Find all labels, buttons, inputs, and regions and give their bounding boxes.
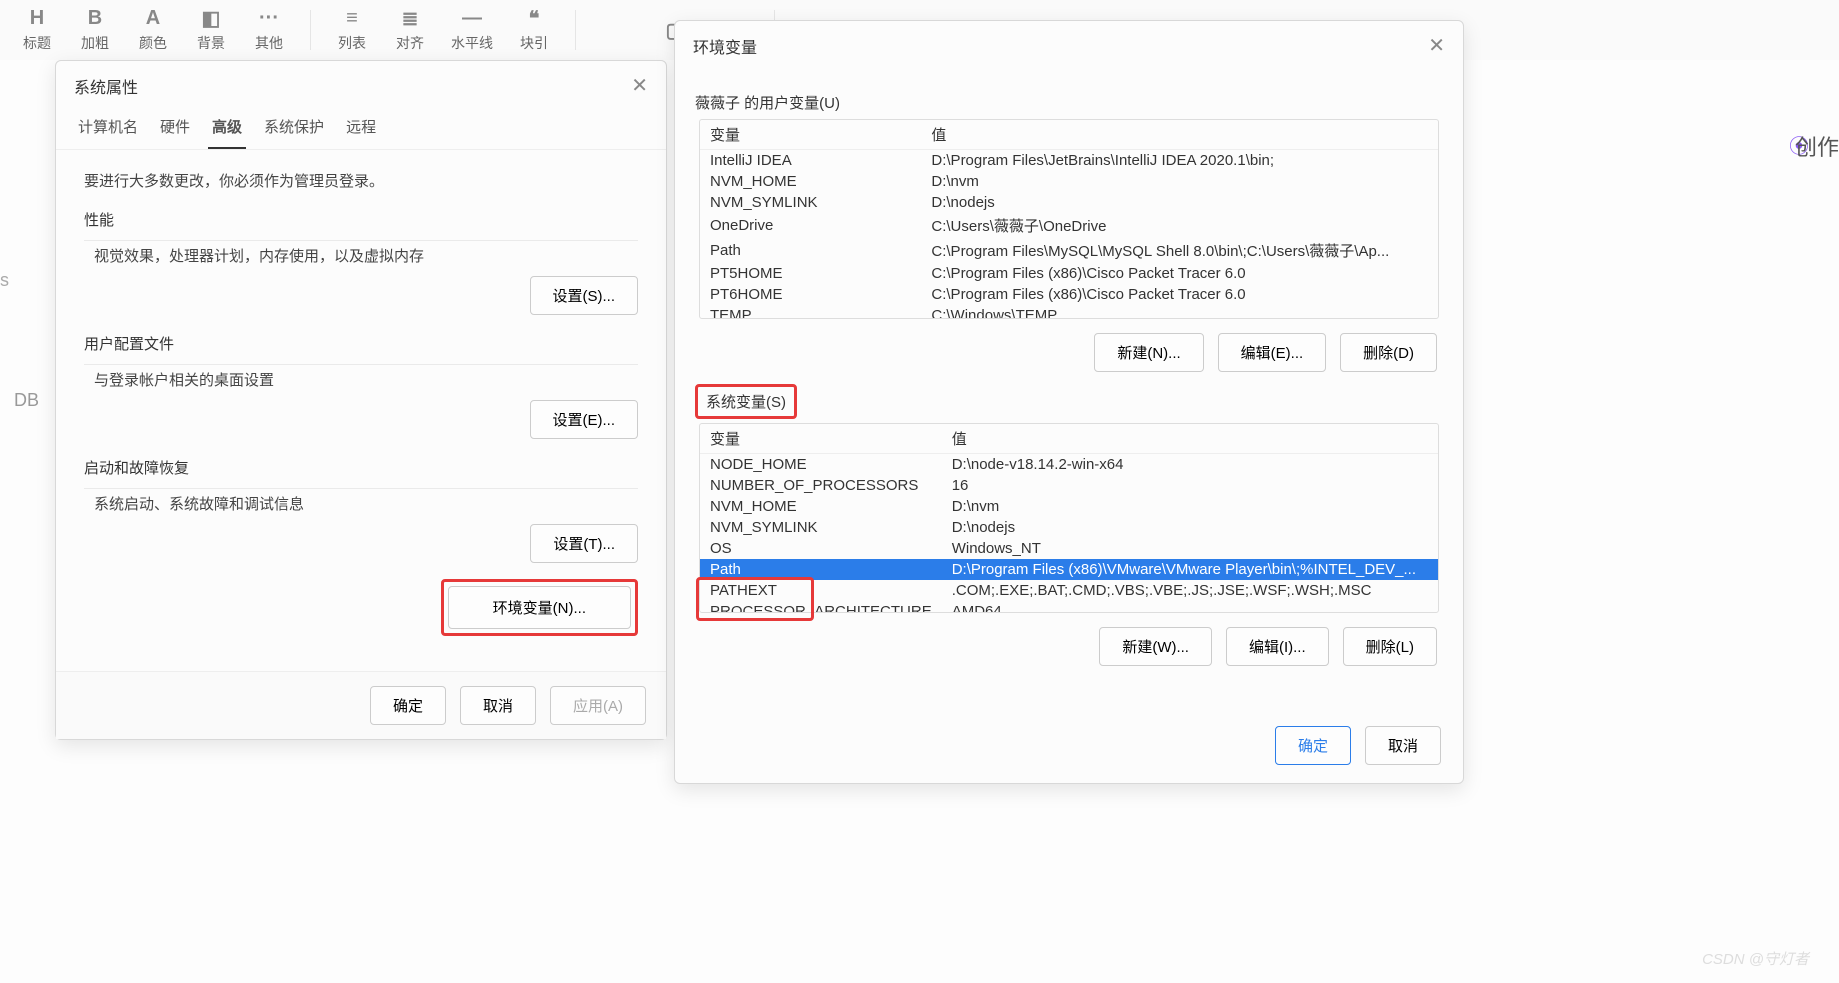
toolbar-icon: ◧ xyxy=(202,7,221,29)
sys-delete-button[interactable]: 删除(L) xyxy=(1343,627,1437,666)
admin-intro: 要进行大多数更改，你必须作为管理员登录。 xyxy=(84,170,638,191)
perf-head: 性能 xyxy=(84,209,638,230)
col-value[interactable]: 值 xyxy=(942,424,1438,454)
table-row[interactable]: PathD:\Program Files (x86)\VMware\VMware… xyxy=(700,559,1438,580)
sysvars-highlight: 系统变量(S) xyxy=(695,384,797,419)
perf-desc: 视觉效果，处理器计划，内存使用，以及虚拟内存 xyxy=(84,245,638,266)
perf-settings-button[interactable]: 设置(S)... xyxy=(530,276,639,315)
environment-variables-button[interactable]: 环境变量(N)... xyxy=(448,586,631,629)
user-vars-table[interactable]: 变量 值 IntelliJ IDEAD:\Program Files\JetBr… xyxy=(699,119,1439,319)
toolbar-label: 块引 xyxy=(520,33,548,53)
toolbar-item[interactable]: A 颜色 xyxy=(136,7,170,53)
toolbar-label: 背景 xyxy=(197,33,225,53)
col-value[interactable]: 值 xyxy=(921,120,1438,150)
sys-new-button[interactable]: 新建(W)... xyxy=(1099,627,1212,666)
toolbar-item[interactable]: ··· 其他 xyxy=(252,7,286,53)
col-variable[interactable]: 变量 xyxy=(700,120,921,150)
table-row[interactable]: IntelliJ IDEAD:\Program Files\JetBrains\… xyxy=(700,150,1438,172)
toolbar-icon: ≡ xyxy=(346,7,358,29)
toolbar-icon: B xyxy=(88,7,102,29)
toolbar-label: 加粗 xyxy=(81,33,109,53)
apply-button[interactable]: 应用(A) xyxy=(550,686,646,725)
user-edit-button[interactable]: 编辑(E)... xyxy=(1218,333,1327,372)
userprofile-desc: 与登录帐户相关的桌面设置 xyxy=(84,369,638,390)
toolbar-icon: A xyxy=(146,7,160,29)
user-vars-label: 薇薇子 的用户变量(U) xyxy=(695,92,1443,113)
toolbar-label: 标题 xyxy=(23,33,51,53)
tab-高级[interactable]: 高级 xyxy=(208,110,246,149)
table-row[interactable]: NVM_SYMLINKD:\nodejs xyxy=(700,517,1438,538)
toolbar-item[interactable]: ≡ 列表 xyxy=(335,7,369,53)
create-label[interactable]: 创作 xyxy=(1795,130,1839,162)
table-row[interactable]: OSWindows_NT xyxy=(700,538,1438,559)
table-row[interactable]: PATHEXT.COM;.EXE;.BAT;.CMD;.VBS;.VBE;.JS… xyxy=(700,580,1438,601)
toolbar-label: 列表 xyxy=(338,33,366,53)
startup-desc: 系统启动、系统故障和调试信息 xyxy=(84,493,638,514)
user-new-button[interactable]: 新建(N)... xyxy=(1094,333,1203,372)
toolbar-label: 颜色 xyxy=(139,33,167,53)
environment-variables-dialog: 环境变量 ✕ 薇薇子 的用户变量(U) 变量 值 IntelliJ IDEAD:… xyxy=(674,20,1464,784)
table-row[interactable]: PathC:\Program Files\MySQL\MySQL Shell 8… xyxy=(700,238,1438,263)
userprofile-head: 用户配置文件 xyxy=(84,333,638,354)
close-icon[interactable]: ✕ xyxy=(1428,33,1445,58)
system-properties-dialog: 系统属性 ✕ 计算机名硬件高级系统保护远程 要进行大多数更改，你必须作为管理员登… xyxy=(55,60,667,740)
toolbar-icon: ≣ xyxy=(402,7,419,29)
sys-vars-label: 系统变量(S) xyxy=(706,394,786,411)
toolbar-label: 水平线 xyxy=(451,33,493,53)
userprofile-settings-button[interactable]: 设置(E)... xyxy=(530,400,639,439)
toolbar-item[interactable]: ◧ 背景 xyxy=(194,7,228,53)
tab-系统保护[interactable]: 系统保护 xyxy=(260,110,328,149)
cancel-button[interactable]: 取消 xyxy=(1365,726,1441,765)
sys-edit-button[interactable]: 编辑(I)... xyxy=(1226,627,1329,666)
ok-button[interactable]: 确定 xyxy=(370,686,446,725)
table-row[interactable]: OneDriveC:\Users\薇薇子\OneDrive xyxy=(700,213,1438,238)
toolbar-item[interactable]: ❝ 块引 xyxy=(517,7,551,53)
startup-head: 启动和故障恢复 xyxy=(84,457,638,478)
sysprops-title: 系统属性 xyxy=(74,74,138,98)
sysprops-tabs: 计算机名硬件高级系统保护远程 xyxy=(56,110,666,150)
envvar-highlight: 环境变量(N)... xyxy=(441,579,638,636)
close-icon[interactable]: ✕ xyxy=(631,73,648,98)
toolbar-item[interactable]: B 加粗 xyxy=(78,7,112,53)
toolbar-label: 其他 xyxy=(255,33,283,53)
watermark: CSDN @守灯者 xyxy=(1702,948,1809,969)
table-row[interactable]: PT6HOMEC:\Program Files (x86)\Cisco Pack… xyxy=(700,284,1438,305)
toolbar-item[interactable]: ≣ 对齐 xyxy=(393,7,427,53)
toolbar-item[interactable] xyxy=(600,19,634,41)
table-row[interactable]: NVM_SYMLINKD:\nodejs xyxy=(700,192,1438,213)
toolbar-icon: — xyxy=(462,7,482,29)
tab-硬件[interactable]: 硬件 xyxy=(156,110,194,149)
left-fragment-s: s xyxy=(0,270,9,291)
table-row[interactable]: PT5HOMEC:\Program Files (x86)\Cisco Pack… xyxy=(700,263,1438,284)
table-row[interactable]: NODE_HOMED:\node-v18.14.2-win-x64 xyxy=(700,454,1438,476)
toolbar-icon: ··· xyxy=(259,7,279,29)
toolbar-item[interactable]: H 标题 xyxy=(20,7,54,53)
table-row[interactable]: TEMPC:\Windows\TEMP xyxy=(700,305,1438,319)
toolbar-item[interactable]: — 水平线 xyxy=(451,7,493,53)
tab-计算机名[interactable]: 计算机名 xyxy=(74,110,142,149)
sys-vars-table[interactable]: 变量 值 NODE_HOMED:\node-v18.14.2-win-x64NU… xyxy=(699,423,1439,613)
table-row[interactable]: NVM_HOMED:\nvm xyxy=(700,496,1438,517)
ok-button[interactable]: 确定 xyxy=(1275,726,1351,765)
table-row[interactable]: NVM_HOMED:\nvm xyxy=(700,171,1438,192)
user-delete-button[interactable]: 删除(D) xyxy=(1340,333,1437,372)
tab-远程[interactable]: 远程 xyxy=(342,110,380,149)
table-row[interactable]: PROCESSOR_ARCHITECTUREAMD64 xyxy=(700,601,1438,613)
table-row[interactable]: NUMBER_OF_PROCESSORS16 xyxy=(700,475,1438,496)
col-variable[interactable]: 变量 xyxy=(700,424,942,454)
toolbar-label: 对齐 xyxy=(396,33,424,53)
envvars-title: 环境变量 xyxy=(693,34,757,58)
toolbar-icon: ❝ xyxy=(529,7,540,29)
startup-settings-button[interactable]: 设置(T)... xyxy=(530,524,638,563)
left-fragment-db: DB xyxy=(14,390,39,411)
cancel-button[interactable]: 取消 xyxy=(460,686,536,725)
toolbar-icon: H xyxy=(30,7,44,29)
